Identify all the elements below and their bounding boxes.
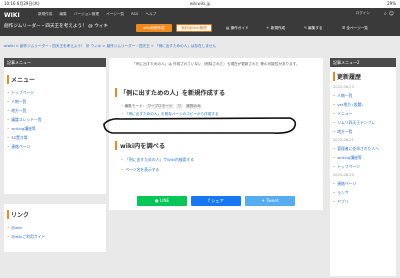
- bullet-icon: •: [121, 112, 124, 116]
- bullet-icon: •: [7, 225, 10, 230]
- edit-mode-line: ・編集モード: ワープロモード ワ 実物のみ: [121, 104, 203, 109]
- update-item[interactable]: • 連絡ページ: [330, 179, 396, 188]
- sidebar-head: 記事メニュー: [4, 58, 106, 67]
- wiki-search-heading: wiki内を調べる: [115, 141, 165, 150]
- sidebar-item-contact[interactable]: • 連絡ページ: [4, 142, 106, 151]
- bullet-icon: •: [333, 102, 336, 107]
- main-content: 「例に出すための人」は 作成されていない（削除された）も現在が更新された 等の可…: [109, 58, 323, 210]
- bullet-icon: •: [7, 234, 10, 239]
- updates-title: 更新履歴: [333, 72, 393, 81]
- wiki-create-button[interactable]: wiki新規作成: [136, 24, 172, 32]
- updates-list: 2025-06-23 • 人物一覧 • ver地方 (仮題) • メニュー • ジムリ四…: [330, 83, 396, 206]
- bullet-icon: •: [333, 199, 336, 204]
- menu-new[interactable]: 新規作成: [38, 12, 52, 16]
- menu-edit[interactable]: 編集: [60, 12, 67, 16]
- link-guide[interactable]: • @wikiご利用ガイド: [4, 232, 106, 241]
- menu-pages[interactable]: ページ一覧: [106, 12, 124, 16]
- site-title[interactable]: 創作ジムリーダー・四天王を考えよう！ @ ウィキ: [4, 23, 108, 30]
- update-item[interactable]: • writing講座等: [330, 153, 396, 162]
- update-item[interactable]: • ヤブリ: [330, 197, 396, 206]
- bullet-icon: •: [333, 111, 336, 116]
- user-icon[interactable]: ☺: [389, 11, 396, 17]
- sidebar-menu-list: • トップページ • 人物一覧 • 地方一覧 • 議論スレッド一覧 • writing講座…: [4, 88, 106, 151]
- menu-rss[interactable]: RSS: [131, 12, 138, 16]
- nav-edit[interactable]: ✎ 編集する: [304, 24, 323, 33]
- bullet-icon: •: [333, 164, 336, 169]
- sidebar-item-regions[interactable]: • 地方一覧: [4, 106, 106, 115]
- address-url[interactable]: wikiwiki.jp: [0, 0, 400, 8]
- wiki-logo[interactable]: WIKI: [4, 11, 28, 20]
- update-item[interactable]: • ジムリ四天王テンプレ: [330, 118, 396, 127]
- bullet-icon: •: [333, 120, 336, 125]
- page-name-link[interactable]: • ページ名を表示する: [121, 167, 159, 173]
- sidebar-item-top[interactable]: • トップページ: [4, 88, 106, 97]
- breadcrumb[interactable]: atwiki > 創作ジムリーダー・四天王を考えよう！ @ ウィキ > 創作ジム…: [4, 44, 216, 49]
- mode-tag-wa[interactable]: ワ: [176, 104, 183, 109]
- update-item[interactable]: • 人物一覧: [330, 91, 396, 100]
- wiki-search-link[interactable]: • 「例に出すための人」でWiki内検索する: [121, 157, 194, 163]
- sidebar-item-ss[interactable]: • SS置き場: [4, 133, 106, 142]
- bullet-icon: •: [121, 157, 124, 162]
- line-share-button[interactable]: ● LINE: [137, 196, 187, 206]
- sidebar-item-threads[interactable]: • 議論スレッド一覧: [4, 115, 106, 124]
- twitter-share-button[interactable]: ✦ Tweet: [245, 196, 295, 206]
- link-list: • @wiki • @wikiご利用ガイド: [4, 223, 106, 241]
- menu-help[interactable]: ヘルプ: [145, 12, 156, 16]
- menu-version[interactable]: バージョン管理: [74, 12, 99, 16]
- create-heading: 「例に出すための人」を新規作成する: [115, 88, 225, 97]
- nav-new[interactable]: ＋ 新規作成: [266, 24, 285, 33]
- mode-tag-text[interactable]: 実物のみ: [184, 104, 203, 109]
- bullet-icon: •: [7, 135, 10, 140]
- device-status-bar: 10:16 6月29日(木) wikiwiki.jp 29%: [0, 0, 400, 8]
- bullet-icon: •: [333, 146, 336, 151]
- bullet-icon: •: [333, 129, 336, 134]
- update-item[interactable]: • 管理者に任命された人へ: [330, 144, 396, 153]
- bullet-icon: •: [333, 181, 336, 186]
- left-sidebar: 記事メニュー メニュー • トップページ • 人物一覧 • 地方一覧 • 議論スレッド一…: [4, 58, 106, 194]
- bullet-icon: •: [121, 167, 124, 172]
- sidebar-item-people[interactable]: • 人物一覧: [4, 97, 106, 106]
- nav-guide[interactable]: ▤ 操作ガイド: [226, 24, 249, 33]
- update-item[interactable]: • トップページ: [330, 162, 396, 171]
- update-date: 2025-06-23: [333, 85, 354, 89]
- update-date: 2025-06-20: [333, 173, 354, 177]
- header-menu: 新規作成 編集 バージョン管理 ページ一覧 RSS ヘルプ: [38, 12, 162, 17]
- bullet-icon: •: [333, 155, 336, 160]
- bullet-icon: •: [333, 93, 336, 98]
- bullet-icon: •: [7, 99, 10, 104]
- update-item[interactable]: • メニュー: [330, 109, 396, 118]
- bullet-icon: •: [7, 117, 10, 122]
- update-item[interactable]: • ランサ: [330, 188, 396, 197]
- facebook-share-button[interactable]: f シェア: [191, 196, 241, 206]
- sidebar-item-writing[interactable]: • writing講座等: [4, 124, 106, 133]
- battery-level: 29%: [387, 1, 396, 6]
- copy-create-link[interactable]: • 「例に出すための人」を既存ページのコピーから作成する: [121, 112, 219, 117]
- menu-title: メニュー: [7, 75, 103, 84]
- nav-all-pages[interactable]: ☰ 全ページ一覧: [342, 24, 368, 33]
- update-item[interactable]: • ver地方 (仮題): [330, 100, 396, 109]
- login-link[interactable]: ログイン: [356, 11, 370, 16]
- bullet-icon: •: [7, 126, 10, 131]
- bullet-icon: •: [7, 144, 10, 149]
- update-item[interactable]: • 地方一覧: [330, 127, 396, 136]
- bullet-icon: •: [333, 190, 336, 195]
- link-title: リンク: [7, 210, 103, 219]
- bullet-icon: •: [7, 90, 10, 95]
- link-widget: リンク • @wiki • @wikiご利用ガイド: [4, 204, 106, 252]
- mode-tag-wordpro[interactable]: ワープロモード: [145, 104, 174, 109]
- right-sidebar: 記事メニュー2 更新履歴 2025-06-23 • 人物一覧 • ver地方 (仮題…: [330, 58, 396, 276]
- bullet-icon: •: [7, 108, 10, 113]
- wiki-manage-button[interactable]: 無料版Wiki管理: [176, 24, 212, 32]
- sidebar2-head: 記事メニュー2: [330, 58, 396, 67]
- site-header: WIKI 新規作成 編集 バージョン管理 ページ一覧 RSS ヘルプ 創作ジムリ…: [0, 8, 400, 36]
- notice-text: 「例に出すための人」は 作成されていない（削除された）も現在が更新された 等の可…: [132, 62, 300, 66]
- header-icons: ⌕☺: [384, 11, 396, 17]
- update-date: 2025-06-21: [333, 138, 354, 142]
- link-atwiki[interactable]: • @wiki: [4, 223, 106, 232]
